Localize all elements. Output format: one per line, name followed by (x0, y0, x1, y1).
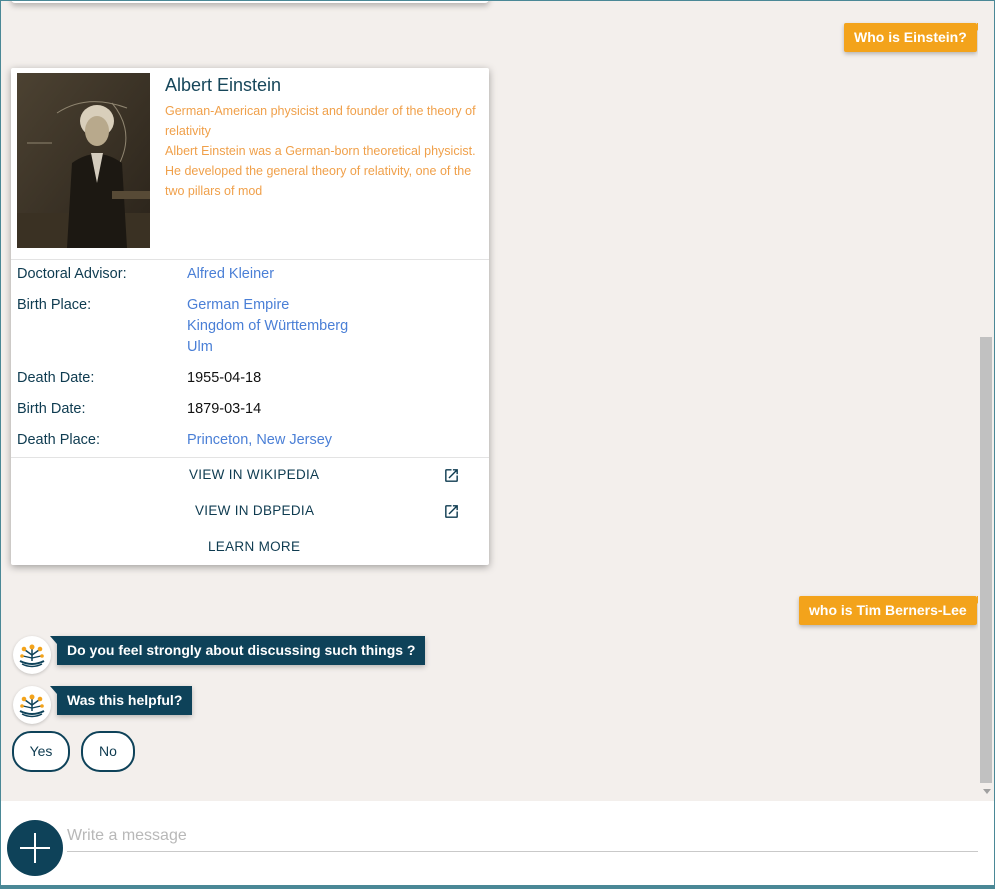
plus-icon (20, 833, 50, 863)
doctoral-advisor-link[interactable]: Alfred Kleiner (187, 264, 274, 285)
window-bottom-border (1, 885, 994, 888)
birth-date-label: Birth Date: (17, 401, 86, 417)
card-divider (11, 259, 489, 260)
bot-message-text: Do you feel strongly about discussing su… (67, 642, 416, 658)
user-message-text: Who is Einstein? (854, 29, 967, 45)
message-input[interactable] (67, 821, 978, 852)
chat-scrollbar[interactable] (978, 1, 994, 801)
card-description: German-American physicist and founder of… (165, 101, 483, 201)
view-in-dbpedia-button[interactable]: VIEW IN DBPEDIA (195, 503, 314, 518)
user-message-bubble: Who is Einstein? (844, 23, 983, 52)
death-date-label: Death Date: (17, 370, 95, 386)
birth-date-value: 1879-03-14 (187, 401, 262, 417)
birth-place-link-1[interactable]: German Empire (187, 295, 289, 316)
user-message-bubble: who is Tim Berners-Lee (799, 596, 983, 625)
bot-message-bubble: Was this helpful? (49, 686, 193, 715)
no-button[interactable]: No (81, 731, 135, 772)
bot-message-text: Was this helpful? (67, 692, 183, 708)
previous-card-edge (11, 1, 489, 3)
external-link-icon[interactable] (443, 503, 460, 520)
card-title: Albert Einstein (165, 75, 282, 95)
add-attachment-button[interactable] (7, 820, 63, 876)
scroll-down-arrow-icon[interactable] (983, 789, 991, 794)
knowledge-card: Albert Einstein German-American physicis… (11, 68, 489, 565)
user-message-text: who is Tim Berners-Lee (809, 602, 967, 618)
learn-more-button[interactable]: LEARN MORE (208, 539, 300, 554)
bot-avatar-icon (13, 636, 51, 674)
bot-avatar-icon (13, 686, 51, 724)
bot-message-bubble: Do you feel strongly about discussing su… (49, 636, 426, 665)
chat-window: Who is Einstein? Albert Einstein German-… (0, 0, 995, 889)
einstein-photo (17, 73, 150, 248)
card-description-short: German-American physicist and founder of… (165, 104, 476, 138)
external-link-icon[interactable] (443, 467, 460, 484)
death-place-link[interactable]: Princeton, New Jersey (187, 430, 332, 451)
birth-place-label: Birth Place: (17, 297, 92, 313)
birth-place-link-3[interactable]: Ulm (187, 337, 213, 358)
death-date-value: 1955-04-18 (187, 370, 262, 386)
yes-button[interactable]: Yes (12, 731, 70, 772)
view-in-wikipedia-button[interactable]: VIEW IN WIKIPEDIA (189, 467, 319, 482)
birth-place-link-2[interactable]: Kingdom of Württemberg (187, 316, 348, 337)
scrollbar-thumb[interactable] (980, 337, 992, 783)
death-place-label: Death Place: (17, 432, 101, 448)
message-composer (1, 801, 994, 888)
doctoral-advisor-label: Doctoral Advisor: (17, 266, 127, 282)
card-divider (11, 457, 489, 458)
card-description-long: Albert Einstein was a German-born theore… (165, 144, 476, 198)
